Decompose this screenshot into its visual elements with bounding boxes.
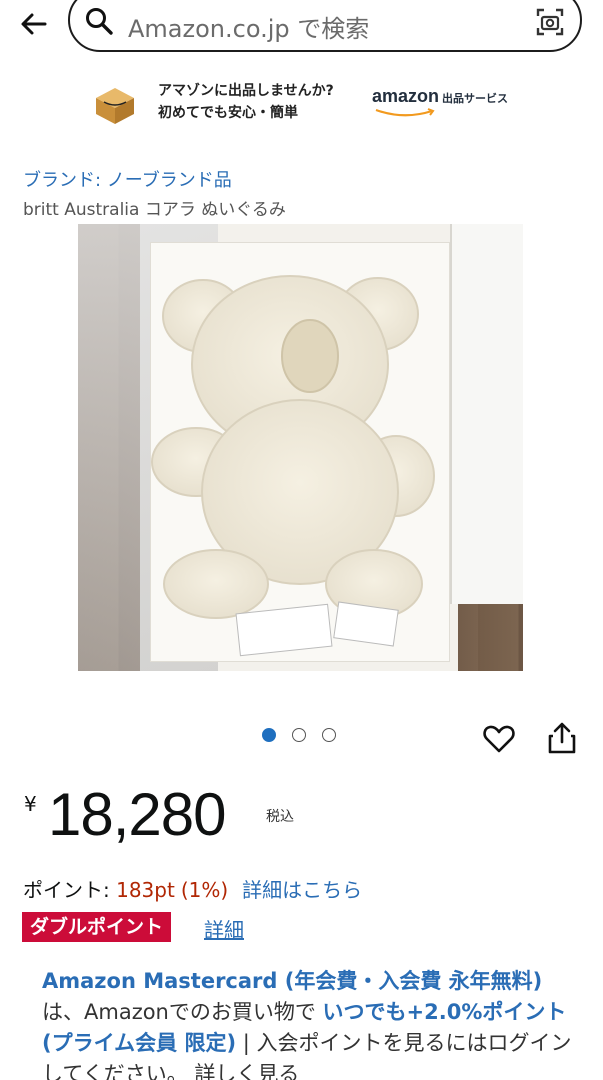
seller-banner[interactable]: アマゾンに出品しませんか? 初めてでも安心・簡単 amazon 出品サービス xyxy=(92,76,522,130)
points-percent: (1%) xyxy=(180,878,229,902)
banner-line2: 初めてでも安心・簡単 xyxy=(158,105,298,121)
carousel-dot-1[interactable] xyxy=(262,728,276,742)
promo-text: は、Amazonでのお買い物で xyxy=(42,1000,323,1024)
double-point-details-link[interactable]: 詳細 xyxy=(204,914,244,943)
promo-card-name[interactable]: Amazon Mastercard (年会費・入会費 永年無料) xyxy=(42,969,542,993)
points-details-link[interactable]: 詳細はこちら xyxy=(242,878,362,902)
search-placeholder: Amazon.co.jp で検索 xyxy=(128,15,370,43)
amazon-logo-service: 出品サービス xyxy=(442,92,509,105)
camera-search-icon[interactable] xyxy=(534,6,566,38)
heart-icon[interactable] xyxy=(482,722,516,756)
search-icon xyxy=(86,8,113,35)
promo-separator: | xyxy=(236,1031,257,1055)
package-icon xyxy=(96,88,134,124)
points-label: ポイント: xyxy=(23,878,117,902)
points-row: ポイント: 183pt (1%) 詳細はこちら xyxy=(23,874,362,903)
amazon-seller-logo: amazon 出品サービス xyxy=(372,86,509,117)
brand-link[interactable]: ブランド: ノーブランド品 xyxy=(23,166,232,192)
search-input[interactable]: Amazon.co.jp で検索 xyxy=(68,0,582,52)
price-amount: 18,280 xyxy=(48,781,227,848)
amazon-logo-word: amazon xyxy=(372,86,440,106)
top-bar: Amazon.co.jp で検索 xyxy=(0,0,603,60)
share-icon[interactable] xyxy=(545,720,579,756)
price-tax-note: 税込 xyxy=(266,809,294,825)
koala-plush-illustration xyxy=(151,275,435,657)
product-image[interactable] xyxy=(78,224,523,671)
amazon-smile-icon xyxy=(375,108,435,117)
back-button[interactable] xyxy=(16,6,52,42)
carousel-dots xyxy=(262,728,336,742)
carousel-dot-3[interactable] xyxy=(322,728,336,742)
banner-line1: アマゾンに出品しませんか? xyxy=(158,83,334,99)
double-point-badge: ダブルポイント xyxy=(22,912,172,942)
back-arrow-icon xyxy=(21,13,47,35)
price-currency: ¥ xyxy=(24,792,37,816)
product-title: britt Australia コアラ ぬいぐるみ xyxy=(23,200,286,220)
carousel-dot-2[interactable] xyxy=(292,728,306,742)
points-value: 183pt xyxy=(116,878,175,902)
mastercard-promo[interactable]: Amazon Mastercard (年会費・入会費 永年無料) は、Amazon… xyxy=(42,966,572,1080)
